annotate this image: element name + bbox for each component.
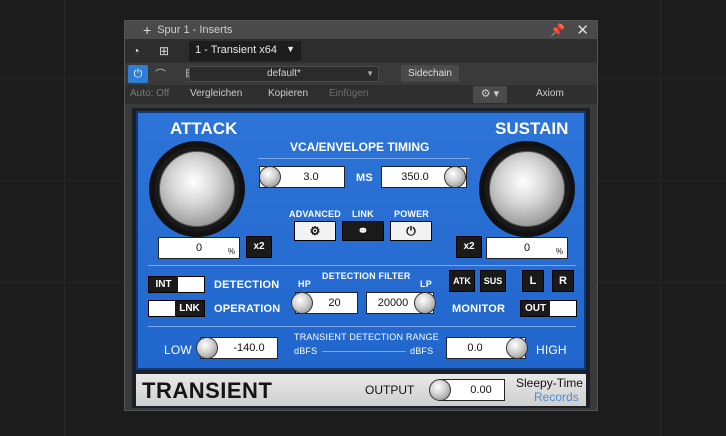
attack-unit: % (227, 247, 235, 256)
monitor-label: MONITOR (452, 303, 506, 315)
attack-time-value: 3.0 (303, 171, 319, 183)
lp-value: 20000 (377, 297, 409, 309)
divider (148, 265, 576, 266)
output-label: OUTPUT (365, 383, 415, 397)
chevron-down-icon: ▼ (366, 69, 374, 78)
attack-title: ATTACK (170, 119, 238, 138)
auto-status[interactable]: Auto: Off (130, 88, 169, 99)
detection-label: DETECTION (214, 279, 280, 291)
bypass-power-button[interactable]: ⏻ (128, 65, 148, 83)
timing-title: VCA/ENVELOPE TIMING (290, 140, 430, 154)
lp-label: LP (420, 279, 432, 289)
sustain-unit: % (555, 247, 563, 256)
add-icon[interactable]: + (143, 22, 151, 38)
preset-name: default* (267, 68, 301, 79)
plugin-face: ATTACK 0 % x2 SUSTAIN x2 0 % VCA/ENVELOP… (136, 111, 586, 370)
hp-value: 20 (328, 297, 341, 309)
sidechain-button[interactable]: Sidechain (401, 65, 459, 82)
plugin-icon[interactable]: ◔ (125, 40, 147, 62)
operation-label: OPERATION (214, 303, 281, 315)
detection-toggle[interactable]: INT (148, 276, 205, 293)
range-title: TRANSIENT DETECTION RANGE (294, 332, 439, 342)
power-icon: ⏻ (406, 224, 416, 238)
dropdown-arrow-icon: ▼ (286, 44, 295, 54)
low-label: LOW (164, 343, 192, 357)
plugin-selector[interactable]: 1 - Transient x64 ▼ (189, 41, 301, 61)
divider (322, 351, 406, 352)
sustain-knob[interactable] (479, 141, 575, 237)
advanced-button[interactable]: ⚙ (294, 221, 336, 241)
bg-grid-line (64, 0, 65, 436)
link-button[interactable]: ⚭ (342, 221, 384, 241)
compare-row: Auto: Off Vergleichen Kopieren Einfügen … (125, 85, 597, 104)
maker-name: Sleepy-Time (516, 376, 583, 390)
sustain-title: SUSTAIN (495, 119, 569, 138)
sustain-value-field[interactable]: 0 % (486, 237, 568, 259)
plugin-window: + Spur 1 - Inserts 📌 ✕ ◔ ⊞ 1 - Transient… (124, 20, 598, 411)
gear-icon: ⚙ (309, 224, 321, 238)
high-label: HIGH (536, 343, 567, 357)
range-unit-right: dBFS (410, 346, 434, 356)
high-value: 0.0 (467, 342, 483, 354)
lp-knob[interactable] (414, 292, 436, 314)
int-option: INT (149, 277, 178, 292)
sustain-x2-button[interactable]: x2 (456, 236, 482, 258)
filter-title: DETECTION FILTER (322, 271, 411, 281)
plugin-header-row: ◔ ⊞ 1 - Transient x64 ▼ (125, 39, 597, 63)
power-button[interactable]: ⏻ (390, 221, 432, 241)
window-titlebar: + Spur 1 - Inserts 📌 ✕ (125, 21, 597, 39)
copy-button[interactable]: Kopieren (268, 88, 308, 99)
high-knob[interactable] (506, 337, 528, 359)
link-icon: ⚭ (357, 223, 369, 238)
advanced-label: ADVANCED (289, 209, 341, 219)
sus-button[interactable]: SUS (480, 270, 506, 292)
divider (148, 326, 576, 327)
settings-button[interactable]: ⚙ ▾ (473, 86, 507, 103)
output-knob[interactable] (429, 379, 451, 401)
lnk-option: LNK (175, 301, 204, 316)
monitor-out-toggle[interactable]: OUT (520, 300, 577, 317)
window-title: Spur 1 - Inserts (157, 24, 233, 36)
maker-records: Records (534, 390, 579, 404)
divider (258, 158, 470, 159)
compare-button[interactable]: Vergleichen (190, 88, 242, 99)
sustain-value: 0 (523, 242, 531, 254)
attack-value-field[interactable]: 0 % (158, 237, 240, 259)
attack-time-knob[interactable] (259, 166, 281, 188)
brand-logo: TRANSIENT (142, 378, 273, 403)
plugin-name: 1 - Transient x64 (195, 44, 277, 56)
release-time-knob[interactable] (444, 166, 466, 188)
attack-knob[interactable] (149, 141, 245, 237)
hp-knob[interactable] (291, 292, 313, 314)
operation-toggle[interactable]: LNK (148, 300, 205, 317)
paste-button[interactable]: Einfügen (329, 88, 368, 99)
atk-button[interactable]: ATK (449, 270, 475, 292)
preset-bank-label: Axiom (536, 88, 564, 99)
timing-unit: MS (356, 172, 373, 184)
routing-icon[interactable]: ⊞ (153, 40, 175, 62)
right-button[interactable]: R (552, 270, 574, 292)
preset-selector[interactable]: default* ▼ (189, 66, 379, 82)
close-icon[interactable]: ✕ (576, 21, 589, 39)
hp-label: HP (298, 279, 311, 289)
plugin-footer: TRANSIENT OUTPUT 0.00 Sleepy-Time Record… (136, 374, 586, 406)
range-unit-left: dBFS (294, 346, 318, 356)
left-button[interactable]: L (522, 270, 544, 292)
low-knob[interactable] (196, 337, 218, 359)
out-option: OUT (521, 301, 550, 316)
release-time-value: 350.0 (401, 171, 429, 183)
bg-grid-line (660, 0, 661, 436)
plugin-panel: ATTACK 0 % x2 SUSTAIN x2 0 % VCA/ENVELOP… (132, 108, 590, 408)
preset-row: ⏻ ⌒ ▤ ◀ ▶ default* ▼ Sidechain (125, 63, 597, 85)
output-value: 0.00 (470, 384, 492, 396)
power-label: POWER (394, 209, 430, 219)
attack-value: 0 (195, 242, 203, 254)
pin-icon[interactable]: 📌 (550, 23, 565, 37)
link-label: LINK (352, 209, 374, 219)
automation-icon[interactable]: ⌒ (155, 66, 166, 82)
low-value: -140.0 (233, 342, 265, 354)
attack-x2-button[interactable]: x2 (246, 236, 272, 258)
